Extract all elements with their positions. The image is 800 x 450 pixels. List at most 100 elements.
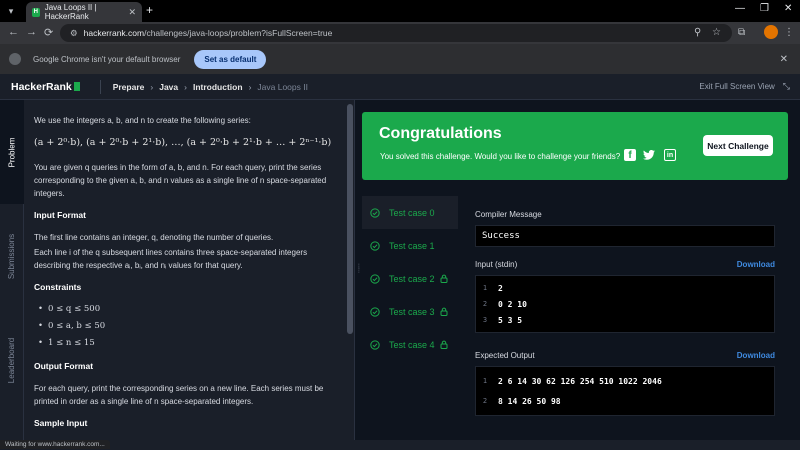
line-number: 1 [482, 284, 488, 292]
series-formula: (a + 2⁰·b), (a + 2⁰·b + 2¹·b), …, (a + 2… [34, 137, 332, 148]
testcase-1[interactable]: Test case 1 [362, 229, 458, 262]
testcase-0[interactable]: Test case 0 [362, 196, 458, 229]
testcase-label: Test case 0 [389, 207, 435, 218]
download-input-link[interactable]: Download [737, 260, 775, 269]
queries-text: You are given q queries in the form of a… [34, 163, 327, 198]
chevron-right-icon: › [150, 81, 154, 92]
breadcrumb-prepare[interactable]: Prepare [113, 82, 145, 92]
expected-output-label: Expected Output Download [475, 351, 775, 360]
url-host: hackerrank.com [83, 28, 145, 38]
logo-square-icon [73, 82, 80, 91]
input-format-heading: Input Format [34, 210, 86, 220]
set-as-default-button[interactable]: Set as default [194, 49, 267, 69]
constraints-list: 0 ≤ q ≤ 500 0 ≤ a, b ≤ 50 1 ≤ n ≤ 15 [34, 303, 336, 350]
check-icon [370, 240, 380, 251]
breadcrumb: Prepare › Java › Introduction › Java Loo… [99, 79, 308, 94]
forward-icon[interactable]: → [26, 26, 37, 38]
output-format-text: For each query, print the corresponding … [34, 384, 324, 406]
extensions-icon[interactable]: ⧉ [738, 27, 745, 38]
banner-close-icon[interactable]: ✕ [780, 54, 788, 65]
output-format-heading: Output Format [34, 361, 94, 371]
testcase-label: Test case 4 [389, 339, 435, 350]
tab-search-icon[interactable]: ▾ [4, 4, 18, 18]
check-icon [370, 339, 380, 350]
testcase-2[interactable]: Test case 2 [362, 262, 458, 295]
site-info-icon[interactable]: ⚙ [70, 28, 78, 39]
default-browser-banner: Google Chrome isn't your default browser… [0, 44, 800, 74]
congratulations-banner: Congratulations You solved this challeng… [362, 112, 788, 180]
testcase-list: Test case 0 Test case 1 Test case 2 Test… [362, 196, 458, 361]
lock-icon [440, 307, 448, 316]
bookmark-star-icon[interactable]: ☆ [712, 27, 721, 38]
code-line: 3 5 3 5 [476, 312, 774, 328]
back-icon[interactable]: ← [8, 26, 19, 38]
sample-input-heading: Sample Input [34, 418, 88, 428]
expected-output-box: 1 2 6 14 30 62 126 254 510 1022 2046 2 8 1… [475, 366, 775, 416]
breadcrumb-java[interactable]: Java [159, 82, 178, 92]
breadcrumb-current: Java Loops II [257, 81, 308, 92]
results-panel: Congratulations You solved this challeng… [362, 100, 800, 440]
check-icon [370, 207, 380, 218]
minimize-icon[interactable]: — [735, 3, 745, 14]
browser-toolbar: ← → ⟳ ⚙ hackerrank.com /challenges/java-… [0, 22, 800, 44]
loading-status: Waiting for www.hackerrank.com... [0, 440, 110, 449]
reload-icon[interactable]: ⟳ [44, 26, 53, 39]
linkedin-icon[interactable]: in [664, 149, 676, 161]
tab-problem-label: Problem [7, 137, 17, 167]
browser-tab[interactable]: H Java Loops II | HackerRank ✕ [26, 2, 142, 22]
chevron-right-icon: › [184, 81, 187, 92]
code-line: 1 2 6 14 30 62 126 254 510 1022 2046 [476, 371, 774, 391]
address-bar[interactable]: ⚙ hackerrank.com /challenges/java-loops/… [60, 24, 732, 42]
breadcrumb-introduction[interactable]: Introduction [193, 82, 243, 92]
constraint-item: 0 ≤ q ≤ 500 [34, 303, 336, 316]
input-title: Input (stdin) [475, 260, 518, 269]
testcase-4[interactable]: Test case 4 [362, 328, 458, 361]
maximize-icon[interactable]: ❐ [760, 3, 769, 14]
new-tab-button[interactable]: + [146, 3, 153, 17]
tab-leaderboard[interactable]: Leaderboard [0, 308, 24, 412]
line-text: 5 3 5 [498, 315, 523, 325]
line-number: 1 [482, 377, 488, 385]
input-format-text-1: The first line contains an integer, q, d… [34, 233, 274, 242]
problem-intro: We use the integers a, b, and n to creat… [34, 116, 251, 125]
zoom-icon[interactable]: ⚲ [694, 27, 701, 38]
expected-output-title: Expected Output [475, 351, 535, 360]
tab-problem[interactable]: Problem [0, 100, 24, 204]
download-output-link[interactable]: Download [737, 351, 775, 360]
tab-submissions[interactable]: Submissions [0, 204, 24, 308]
testcase-label: Test case 3 [389, 306, 435, 317]
lock-icon [440, 340, 448, 349]
testcase-label: Test case 1 [389, 240, 435, 251]
url-path: /challenges/java-loops/problem?isFullScr… [144, 28, 333, 38]
hackerrank-header: HackerRank Prepare › Java › Introduction… [0, 74, 800, 100]
hackerrank-logo[interactable]: HackerRank [11, 81, 80, 93]
profile-avatar[interactable] [764, 25, 778, 39]
line-number: 2 [482, 300, 488, 308]
code-line: 2 8 14 26 50 98 [476, 391, 774, 411]
menu-icon[interactable]: ⋮ [784, 27, 794, 38]
tab-leaderboard-label: Leaderboard [7, 337, 17, 383]
browser-tab-strip: ▾ H Java Loops II | HackerRank ✕ + — ❐ ✕ [0, 0, 800, 22]
congrats-title: Congratulations [379, 125, 502, 142]
lock-icon [440, 274, 448, 283]
compiler-message-label: Compiler Message [475, 210, 775, 219]
line-text: 2 [498, 283, 503, 293]
facebook-icon[interactable]: f [624, 149, 636, 161]
compiler-message-box: Success [475, 225, 775, 247]
constraint-item: 0 ≤ a, b ≤ 50 [34, 320, 336, 333]
problem-scrollbar-thumb[interactable] [347, 104, 353, 334]
collapse-icon[interactable]: ⤡ [783, 81, 790, 92]
close-tab-icon[interactable]: ✕ [128, 7, 136, 18]
close-window-icon[interactable]: ✕ [784, 3, 792, 14]
exit-fullscreen-link[interactable]: Exit Full Screen View [699, 82, 774, 91]
next-challenge-button[interactable]: Next Challenge [703, 135, 773, 156]
input-format-text-2: Each line i of the q subsequent lines co… [34, 248, 308, 270]
status-bar: Waiting for www.hackerrank.com... [0, 440, 800, 450]
twitter-icon[interactable] [643, 149, 655, 161]
constraint-item: 1 ≤ n ≤ 15 [34, 337, 336, 350]
line-number: 2 [482, 397, 488, 405]
tab-submissions-label: Submissions [7, 233, 17, 279]
testcase-3[interactable]: Test case 3 [362, 295, 458, 328]
input-box: 1 2 2 0 2 10 35 3 5 [475, 275, 775, 333]
line-text: 0 2 10 [498, 299, 527, 309]
